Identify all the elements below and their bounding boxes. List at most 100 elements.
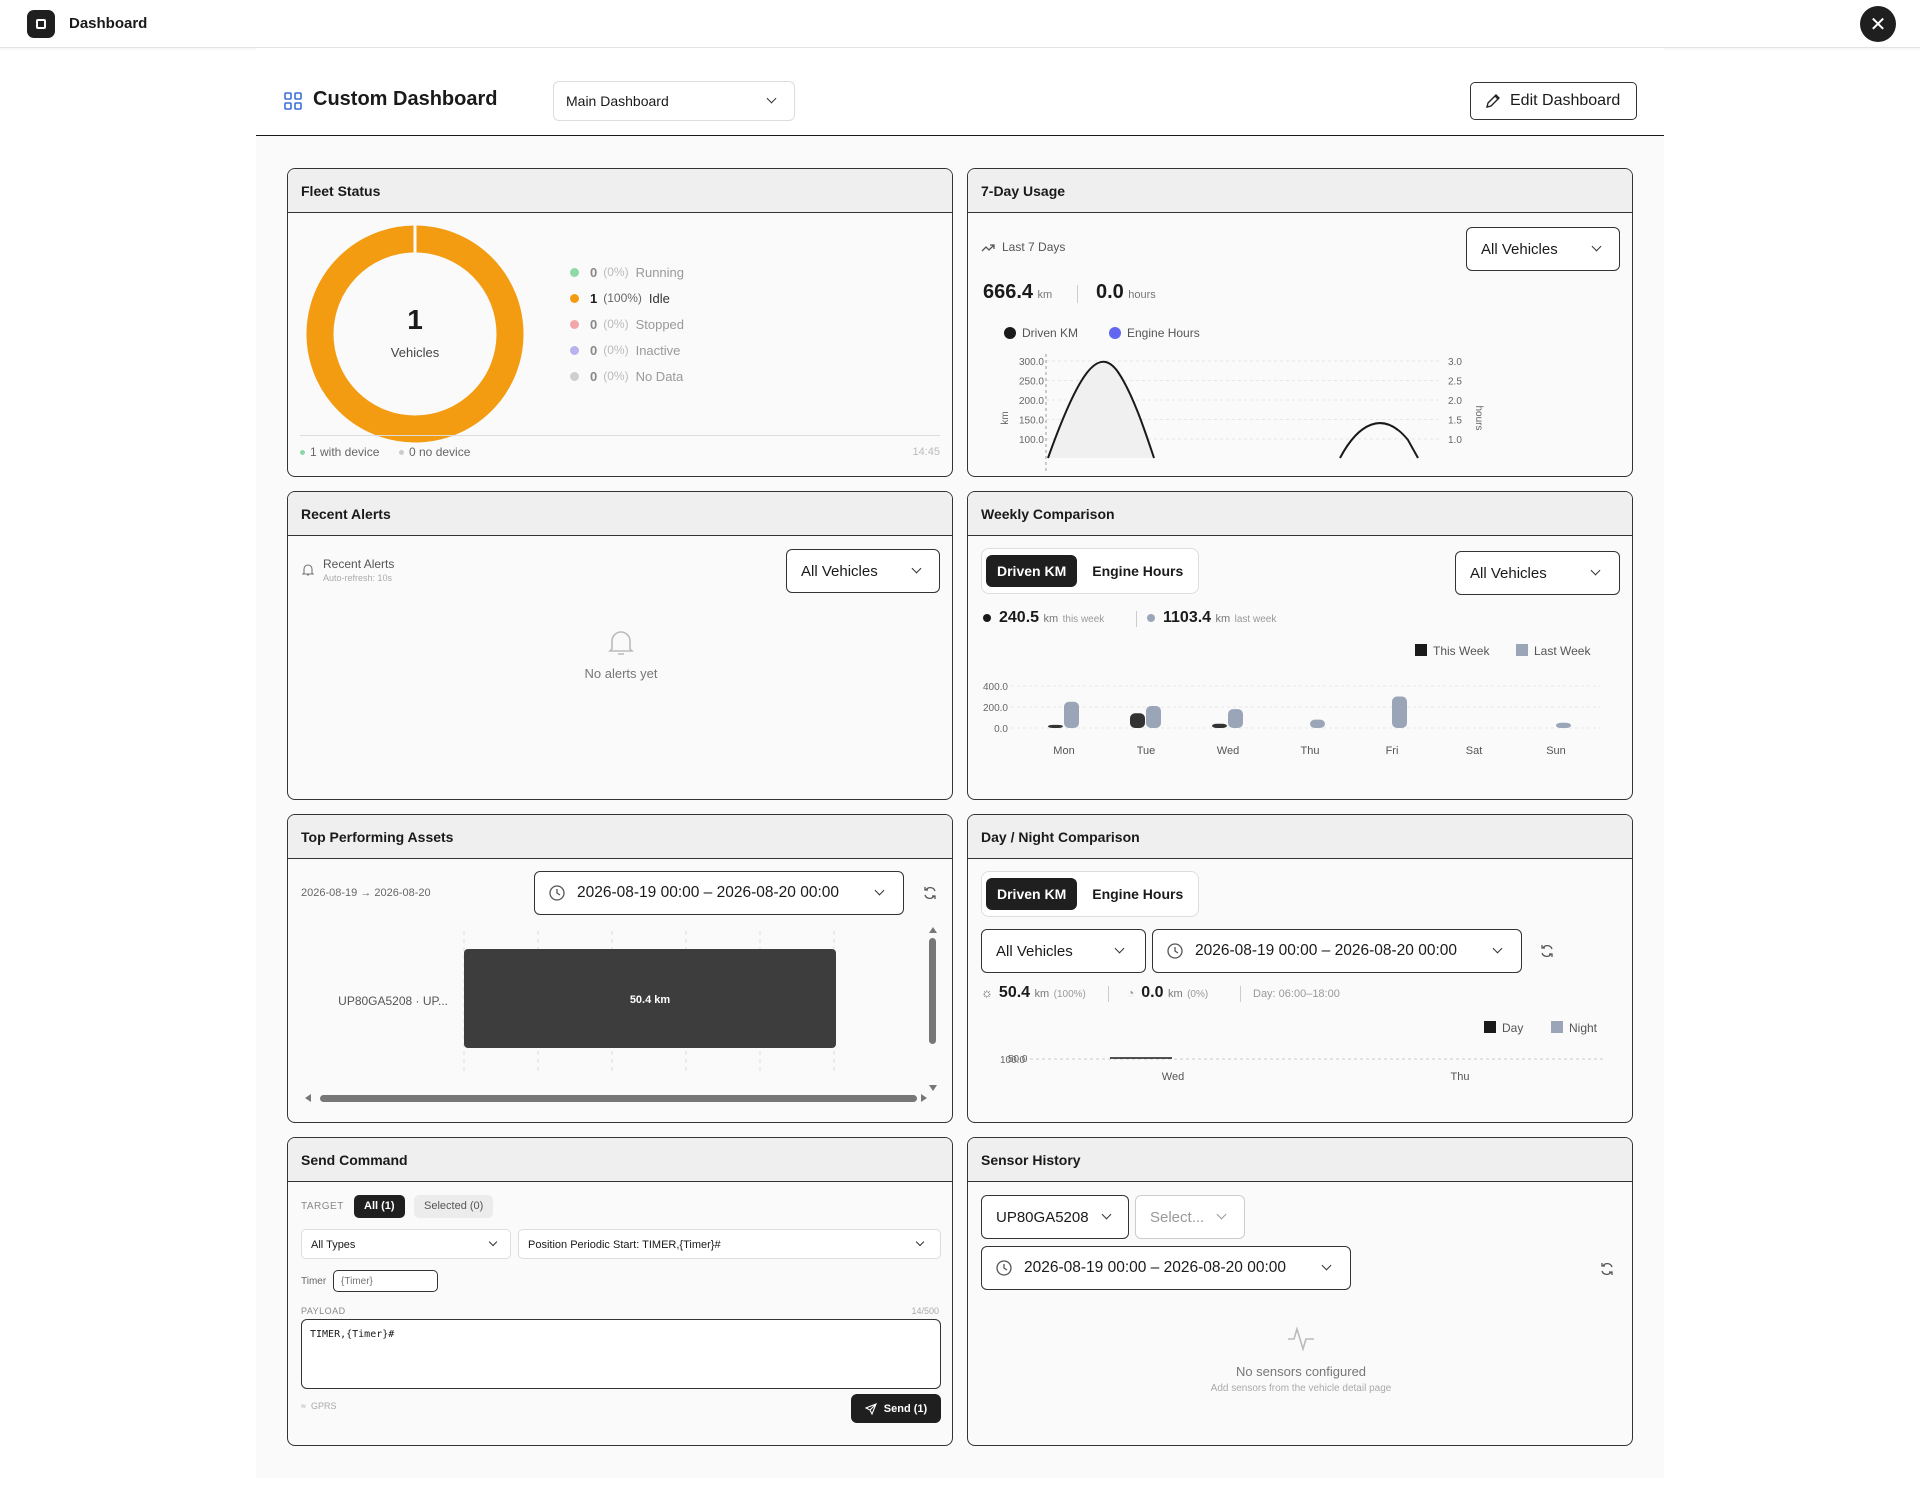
tab-engine-hours[interactable]: Engine Hours	[1081, 878, 1194, 910]
status-count: 0	[590, 342, 598, 358]
app-logo-icon	[27, 9, 55, 38]
status-percent: (0%)	[603, 343, 629, 357]
card-title: Sensor History	[968, 1138, 1632, 1182]
scroll-left-arrow[interactable]	[305, 1094, 311, 1102]
weekly-vehicle-select[interactable]: All Vehicles	[1455, 551, 1620, 595]
edit-dashboard-button[interactable]: Edit Dashboard	[1470, 82, 1637, 120]
send-label: Send (1)	[883, 1402, 928, 1415]
command-type-select[interactable]: All Types	[301, 1229, 511, 1259]
alerts-refresh-note: Auto-refresh: 10s	[323, 573, 393, 583]
recent-alerts-card: Recent Alerts Recent Alerts Auto-refresh…	[287, 491, 953, 800]
usage-line-chart: 300.0 250.0 200.0 150.0 100.0 3.0 2.5 2.0 1.5 1.0…	[1000, 354, 1484, 474]
y2-tick-label: 1.5	[1448, 416, 1462, 427]
target-all-button[interactable]: All (1)	[354, 1195, 405, 1218]
refresh-icon[interactable]	[922, 885, 938, 901]
target-selected-button[interactable]: Selected (0)	[414, 1195, 494, 1218]
payload-textarea[interactable]: TIMER,{Timer}#	[301, 1319, 941, 1389]
legend-last-week: Last Week	[1516, 644, 1590, 658]
fleet-legend: 0 (0%) Running 1 (100%) Idle 0 (0%) Stopped 0 (0%)…	[570, 259, 684, 389]
sensor-select-placeholder: Select...	[1150, 1208, 1205, 1226]
weekly-vehicle-value: All Vehicles	[1470, 564, 1547, 582]
bell-empty-icon	[608, 631, 634, 655]
scroll-right-arrow[interactable]	[921, 1094, 927, 1102]
status-dot	[570, 267, 579, 277]
series-line-driven-km	[1339, 422, 1419, 459]
command-type-value: All Types	[311, 1239, 356, 1251]
card-title: Weekly Comparison	[968, 492, 1632, 536]
status-count: 0	[590, 264, 598, 280]
close-button[interactable]: ✕	[1860, 6, 1896, 42]
app-title: Dashboard	[69, 15, 148, 32]
wifi-icon: ≈	[301, 1401, 306, 1411]
bar-this-week	[1048, 724, 1063, 728]
tab-driven-km[interactable]: Driven KM	[986, 555, 1078, 587]
dashboard-select[interactable]: Main Dashboard	[553, 81, 795, 121]
card-title: Day / Night Comparison	[968, 815, 1632, 859]
clock-icon	[996, 1260, 1012, 1276]
chevron-down-icon	[766, 93, 777, 104]
sensor-history-card: Sensor History UP80GA5208 Select... 2026…	[967, 1137, 1633, 1446]
chevron-down-icon	[874, 885, 885, 896]
usage-vehicle-select[interactable]: All Vehicles	[1466, 227, 1620, 271]
sun-icon: ☼	[981, 985, 993, 1000]
legend-night: Night	[1551, 1021, 1597, 1035]
assets-date-range-picker[interactable]: 2026-08-19 00:00 – 2026-08-20 00:00	[534, 871, 904, 915]
daynight-bar-chart: 100.050.0Wed Thu	[1000, 1054, 1604, 1083]
vertical-scrollbar[interactable]	[929, 938, 936, 1044]
status-dot	[570, 319, 579, 329]
fleet-legend-item: 0 (0%) Stopped	[570, 311, 684, 337]
payload-label: PAYLOAD	[301, 1306, 346, 1316]
scroll-up-arrow[interactable]	[929, 927, 937, 933]
tab-driven-km[interactable]: Driven KM	[986, 878, 1078, 910]
horizontal-scrollbar[interactable]	[320, 1095, 917, 1102]
status-label: Idle	[648, 290, 670, 306]
refresh-icon[interactable]	[1539, 943, 1555, 959]
alerts-vehicle-select[interactable]: All Vehicles	[786, 549, 940, 593]
bar-this-week	[1212, 723, 1227, 728]
scroll-down-arrow[interactable]	[929, 1085, 937, 1091]
sensor-vehicle-select[interactable]: UP80GA5208	[981, 1195, 1129, 1239]
timer-input[interactable]	[333, 1270, 438, 1292]
moon-icon: ◔	[1127, 986, 1135, 1000]
send-button[interactable]: Send (1)	[851, 1394, 941, 1423]
target-label: TARGET	[301, 1201, 344, 1212]
edit-dashboard-label: Edit Dashboard	[1510, 92, 1621, 109]
y-tick-label: 150.0	[1019, 416, 1044, 427]
x-tick-label: Sun	[1546, 745, 1566, 757]
y2-axis-label: hours	[1473, 405, 1484, 430]
status-count: 1	[590, 290, 598, 306]
legend-this-week: This Week	[1415, 644, 1489, 658]
status-percent: (0%)	[603, 265, 629, 279]
chevron-down-icon	[1101, 1209, 1112, 1220]
chevron-down-icon	[1321, 1260, 1332, 1271]
daynight-metric-toggle: Driven KM Engine Hours	[981, 871, 1200, 917]
status-dot	[570, 345, 579, 355]
y-tick-label: 200.0	[1019, 396, 1044, 407]
sensor-empty-text: No sensors configured	[1235, 1364, 1367, 1379]
gprs-channel: ≈ GPRS	[301, 1401, 337, 1411]
assets-date-range-value: 2026-08-19 00:00 – 2026-08-20 00:00	[577, 884, 839, 901]
daynight-vehicle-select[interactable]: All Vehicles	[981, 929, 1146, 973]
top-assets-card: Top Performing Assets 2026-08-19 → 2026-…	[287, 814, 953, 1123]
trend-icon	[981, 244, 995, 252]
bell-icon	[302, 564, 314, 576]
daynight-date-range-picker[interactable]: 2026-08-19 00:00 – 2026-08-20 00:00	[1152, 929, 1522, 973]
sensor-date-range-picker[interactable]: 2026-08-19 00:00 – 2026-08-20 00:00	[981, 1246, 1351, 1290]
day-stat: ☼ 50.4 km (100%)	[981, 984, 1086, 1001]
sensor-select[interactable]: Select...	[1135, 1195, 1245, 1239]
y-tick-label: 200.0	[983, 703, 1008, 714]
daynight-date-range-value: 2026-08-19 00:00 – 2026-08-20 00:00	[1195, 942, 1457, 959]
refresh-icon[interactable]	[1599, 1261, 1615, 1277]
y-tick-label: 0.0	[994, 724, 1008, 735]
tab-engine-hours[interactable]: Engine Hours	[1081, 555, 1194, 587]
day-night-card: Day / Night Comparison Driven KM Engine …	[967, 814, 1633, 1123]
chevron-down-icon	[1114, 943, 1125, 954]
x-tick-label: Wed	[1217, 745, 1239, 757]
send-icon	[864, 1402, 877, 1415]
command-select[interactable]: Position Periodic Start: TIMER,{Timer}#	[518, 1229, 941, 1259]
assets-bar-chart: 50.4 km UP80GA5208 · UP...	[338, 931, 836, 1075]
y2-tick-label: 2.5	[1448, 377, 1462, 388]
status-percent: (100%)	[603, 291, 642, 305]
alerts-empty-text: No alerts yet	[584, 666, 658, 681]
sensor-vehicle-value: UP80GA5208	[996, 1208, 1089, 1226]
